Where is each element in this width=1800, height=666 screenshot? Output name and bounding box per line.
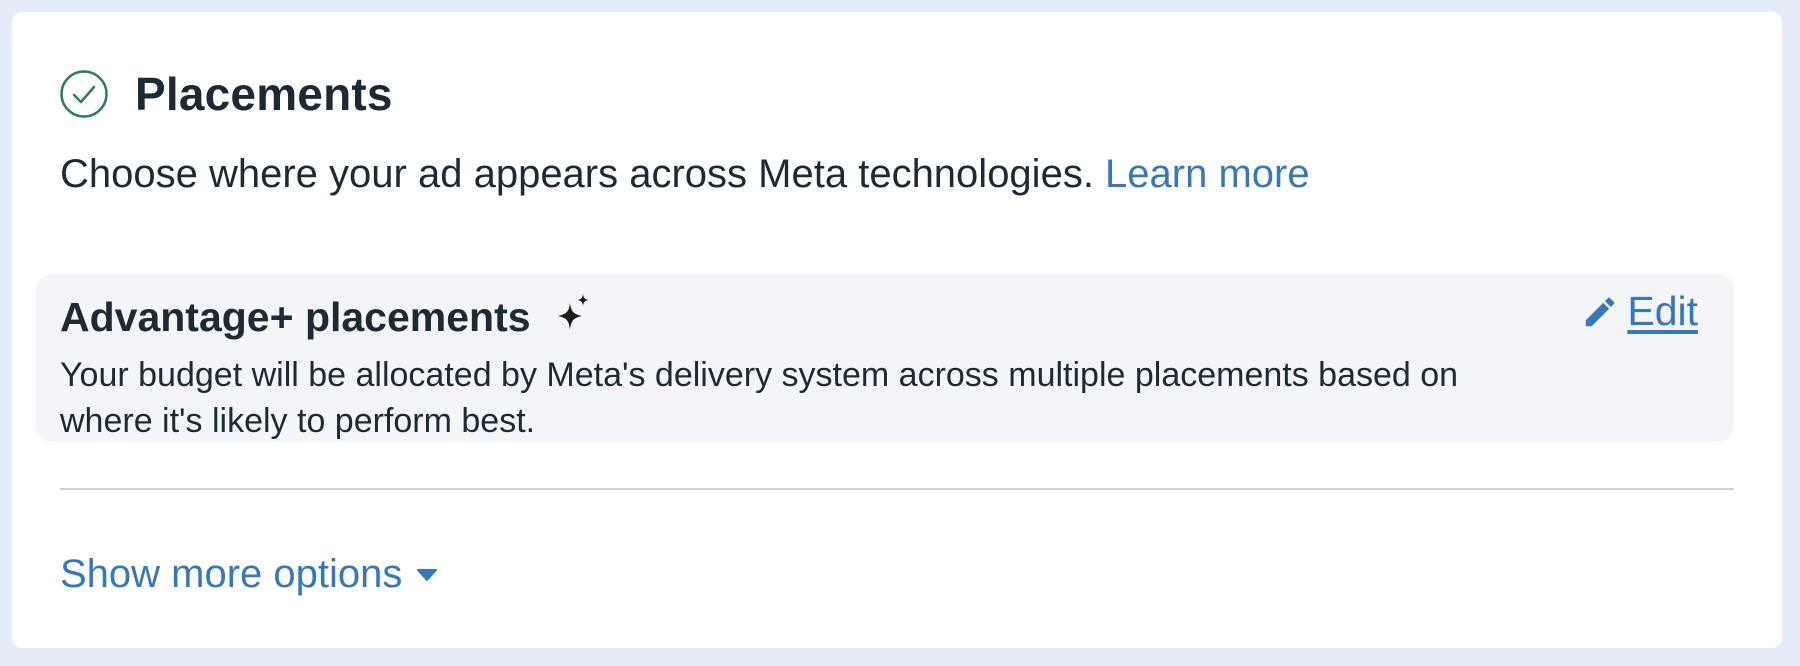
check-circle-icon: [59, 69, 109, 119]
advantage-title: Advantage+ placements: [60, 294, 531, 340]
edit-label[interactable]: Edit: [1627, 288, 1698, 335]
show-more-options-label[interactable]: Show more options: [60, 552, 402, 597]
caret-down-icon: [416, 568, 438, 582]
section-title: Placements: [135, 68, 393, 120]
section-description-text: Choose where your ad appears across Meta…: [60, 152, 1106, 196]
show-more-options-button[interactable]: Show more options: [60, 552, 438, 597]
pencil-icon: [1581, 293, 1619, 331]
learn-more-link[interactable]: Learn more: [1105, 152, 1310, 196]
placements-card: Placements Choose where your ad appears …: [12, 12, 1782, 648]
sparkle-icon: [555, 293, 591, 333]
edit-button[interactable]: Edit: [1581, 288, 1698, 335]
advantage-title-row: Advantage+ placements: [60, 293, 591, 341]
advantage-description: Your budget will be allocated by Meta's …: [60, 356, 1459, 440]
advantage-placements-panel: Advantage+ placements Edit Your budget w…: [36, 274, 1734, 442]
divider: [60, 488, 1734, 490]
section-description: Choose where your ad appears across Meta…: [60, 152, 1310, 197]
placements-header: Placements: [59, 64, 393, 124]
